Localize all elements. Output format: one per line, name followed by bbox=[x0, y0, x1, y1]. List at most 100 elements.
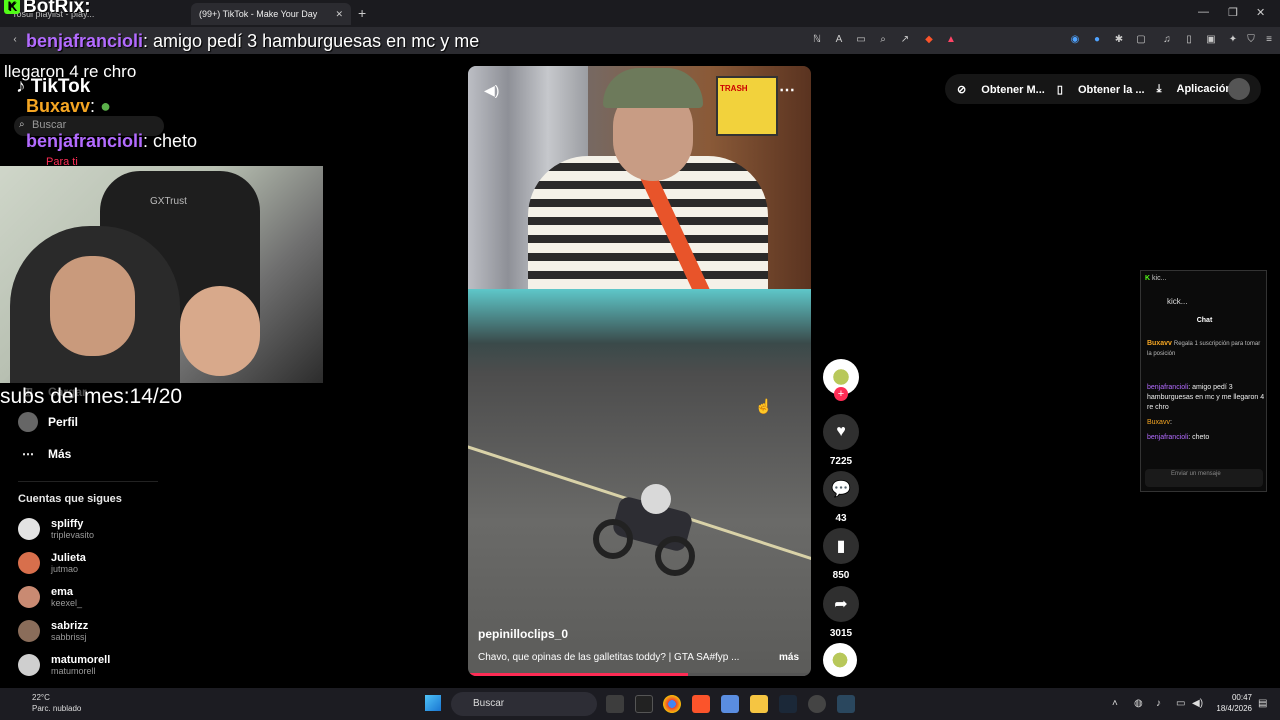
more-options-icon[interactable]: ⋯ bbox=[779, 80, 795, 100]
chat-username: benjafrancioli bbox=[26, 131, 144, 151]
following-avatar bbox=[18, 586, 40, 608]
kick-chat-tab[interactable]: Chat bbox=[1141, 317, 1268, 324]
music-disc-avatar[interactable] bbox=[823, 643, 857, 677]
video-username[interactable]: pepinilloclips_0 bbox=[478, 627, 568, 641]
obs-icon[interactable] bbox=[808, 695, 826, 713]
task-view-icon[interactable] bbox=[606, 695, 624, 713]
volume-icon[interactable]: ◀) bbox=[1192, 698, 1203, 709]
following-name: sabrizz bbox=[51, 620, 89, 632]
chrome-icon[interactable] bbox=[663, 695, 681, 713]
tray-expand-icon[interactable]: ˄ bbox=[1112, 698, 1118, 709]
search-placeholder: Buscar bbox=[32, 119, 67, 131]
divider bbox=[18, 481, 158, 482]
comment-icon: 💬 bbox=[823, 471, 859, 507]
see-more-button[interactable]: más bbox=[779, 652, 799, 663]
kick-window-title: K kic... bbox=[1145, 275, 1166, 282]
following-item[interactable]: sabrizz sabbrissj bbox=[18, 620, 88, 642]
get-coins-button[interactable]: ⊘ Obtener M... bbox=[957, 83, 1045, 96]
poster-text: TRASH bbox=[720, 84, 748, 93]
video-progress-bar[interactable] bbox=[468, 673, 811, 676]
overlay-chat-line: llegaron 4 re chro bbox=[4, 62, 136, 82]
chat-username: Buxavv bbox=[26, 96, 91, 116]
following-item[interactable]: spliffy triplevasito bbox=[18, 518, 94, 540]
following-avatar bbox=[18, 552, 40, 574]
brave-icon[interactable] bbox=[692, 695, 710, 713]
share-page-icon[interactable]: ↗ bbox=[898, 33, 912, 47]
music-icon[interactable]: ♫ bbox=[1160, 33, 1174, 47]
volume-icon[interactable]: ◀) bbox=[484, 82, 499, 99]
following-item[interactable]: Julieta jutmao bbox=[18, 552, 86, 574]
nav-cargar[interactable]: ⊞ Cargar bbox=[18, 382, 87, 402]
browser-tab-bar: Tosui playlist - play... (99+) TikTok - … bbox=[0, 0, 1280, 27]
tab-tiktok[interactable]: (99+) TikTok - Make Your Day ✕ bbox=[191, 3, 351, 25]
weather-widget[interactable]: 22°C Parc. nublado bbox=[14, 692, 81, 714]
puzzle-icon[interactable]: ✱ bbox=[1112, 33, 1126, 47]
store-icon[interactable] bbox=[721, 695, 739, 713]
follow-plus-icon[interactable]: + bbox=[834, 387, 848, 401]
network-icon[interactable]: ▭ bbox=[1176, 698, 1185, 709]
upload-icon: ⊞ bbox=[22, 385, 34, 399]
new-tab-button[interactable]: + bbox=[358, 5, 366, 21]
following-avatar bbox=[18, 620, 40, 642]
steam-icon[interactable] bbox=[779, 695, 797, 713]
tab-icon[interactable]: ▢ bbox=[1134, 33, 1148, 47]
share-button[interactable]: ➦ 3015 bbox=[823, 586, 859, 639]
following-handle: triplevasito bbox=[51, 530, 95, 540]
maximize-button[interactable]: ❐ bbox=[1228, 6, 1238, 19]
back-icon[interactable]: ‹ bbox=[8, 33, 22, 47]
kick-chat-line: benjafrancioli: cheto bbox=[1147, 433, 1265, 443]
discord-icon[interactable]: ◍ bbox=[1134, 698, 1143, 709]
following-handle: keexel_ bbox=[51, 598, 83, 608]
steam-app-icon[interactable] bbox=[837, 695, 855, 713]
brave-rewards-icon[interactable]: ▲ bbox=[944, 33, 958, 47]
extension-icon[interactable]: ● bbox=[1090, 33, 1104, 47]
comment-button[interactable]: 💬 43 bbox=[823, 471, 859, 524]
clock[interactable]: 00:47 18/4/2026 bbox=[1214, 692, 1252, 714]
taskbar-search[interactable]: Buscar bbox=[451, 692, 597, 716]
zoom-icon[interactable]: ⌕ bbox=[876, 33, 890, 47]
user-avatar[interactable] bbox=[1228, 78, 1250, 100]
translate-icon[interactable]: A bbox=[832, 33, 846, 47]
overlay-chat-line: Buxavv: ● bbox=[26, 96, 111, 117]
close-window-button[interactable]: ✕ bbox=[1256, 6, 1265, 19]
more-icon: ⋯ bbox=[22, 447, 34, 461]
like-count: 7225 bbox=[829, 456, 853, 467]
menu-icon[interactable]: ≡ bbox=[1262, 33, 1276, 47]
bookmark-button[interactable]: ▮ 850 bbox=[823, 528, 859, 581]
action-label: Obtener la ... bbox=[1077, 83, 1145, 96]
get-app-button[interactable]: ▯ Obtener la ... bbox=[1057, 83, 1145, 96]
kick-chat-window[interactable]: K kic... kick... Chat Buxavv Regala 1 su… bbox=[1140, 270, 1267, 492]
minimize-button[interactable]: — bbox=[1198, 6, 1209, 18]
extension-icon[interactable]: ℕ bbox=[810, 33, 824, 47]
sidebar-icon[interactable]: ▯ bbox=[1182, 33, 1196, 47]
video-player[interactable]: TRASH ◀) ⋯ pepinilloclips_0 Chavo, que o… bbox=[468, 66, 811, 676]
following-name: spliffy bbox=[51, 518, 84, 530]
bookmark-icon: ▮ bbox=[823, 528, 859, 564]
kick-message-input[interactable]: Enviar un mensaje bbox=[1145, 469, 1263, 487]
extension-icon[interactable]: ◉ bbox=[1068, 33, 1082, 47]
kick-chat-line: benjafrancioli: amigo pedí 3 hamburguesa… bbox=[1147, 383, 1265, 413]
like-button[interactable]: ♥ 7225 bbox=[823, 414, 859, 467]
top-actions-bar: ⊘ Obtener M... ▯ Obtener la ... ⤓ Aplica… bbox=[945, 74, 1261, 104]
following-item[interactable]: matumorell matumorell bbox=[18, 654, 110, 676]
start-button[interactable] bbox=[425, 695, 441, 711]
wallet-icon[interactable]: ▣ bbox=[1204, 33, 1218, 47]
sparkle-icon[interactable]: ✦ bbox=[1226, 33, 1240, 47]
nav-perfil[interactable]: Perfil bbox=[18, 412, 78, 432]
plaid-cap bbox=[603, 68, 703, 108]
mic-icon[interactable]: ♪ bbox=[1156, 698, 1161, 709]
bike-wheel bbox=[593, 519, 633, 559]
brave-shield-icon[interactable]: ◆ bbox=[922, 33, 936, 47]
close-tab-icon[interactable]: ✕ bbox=[335, 9, 343, 20]
epic-games-icon[interactable] bbox=[635, 695, 653, 713]
kick-logo-icon: K bbox=[4, 0, 20, 14]
file-explorer-icon[interactable] bbox=[750, 695, 768, 713]
notification-icon[interactable]: ▤ bbox=[1258, 698, 1267, 709]
cast-icon[interactable]: ▭ bbox=[854, 33, 868, 47]
nav-mas[interactable]: ⋯ Más bbox=[18, 444, 71, 464]
vpn-icon[interactable]: ⛉ bbox=[1244, 33, 1258, 47]
following-item[interactable]: ema keexel_ bbox=[18, 586, 82, 608]
motorcycle bbox=[593, 484, 703, 579]
nav-label: Más bbox=[48, 447, 72, 461]
overlay-chat-line: benjafrancioli: cheto bbox=[26, 131, 197, 152]
